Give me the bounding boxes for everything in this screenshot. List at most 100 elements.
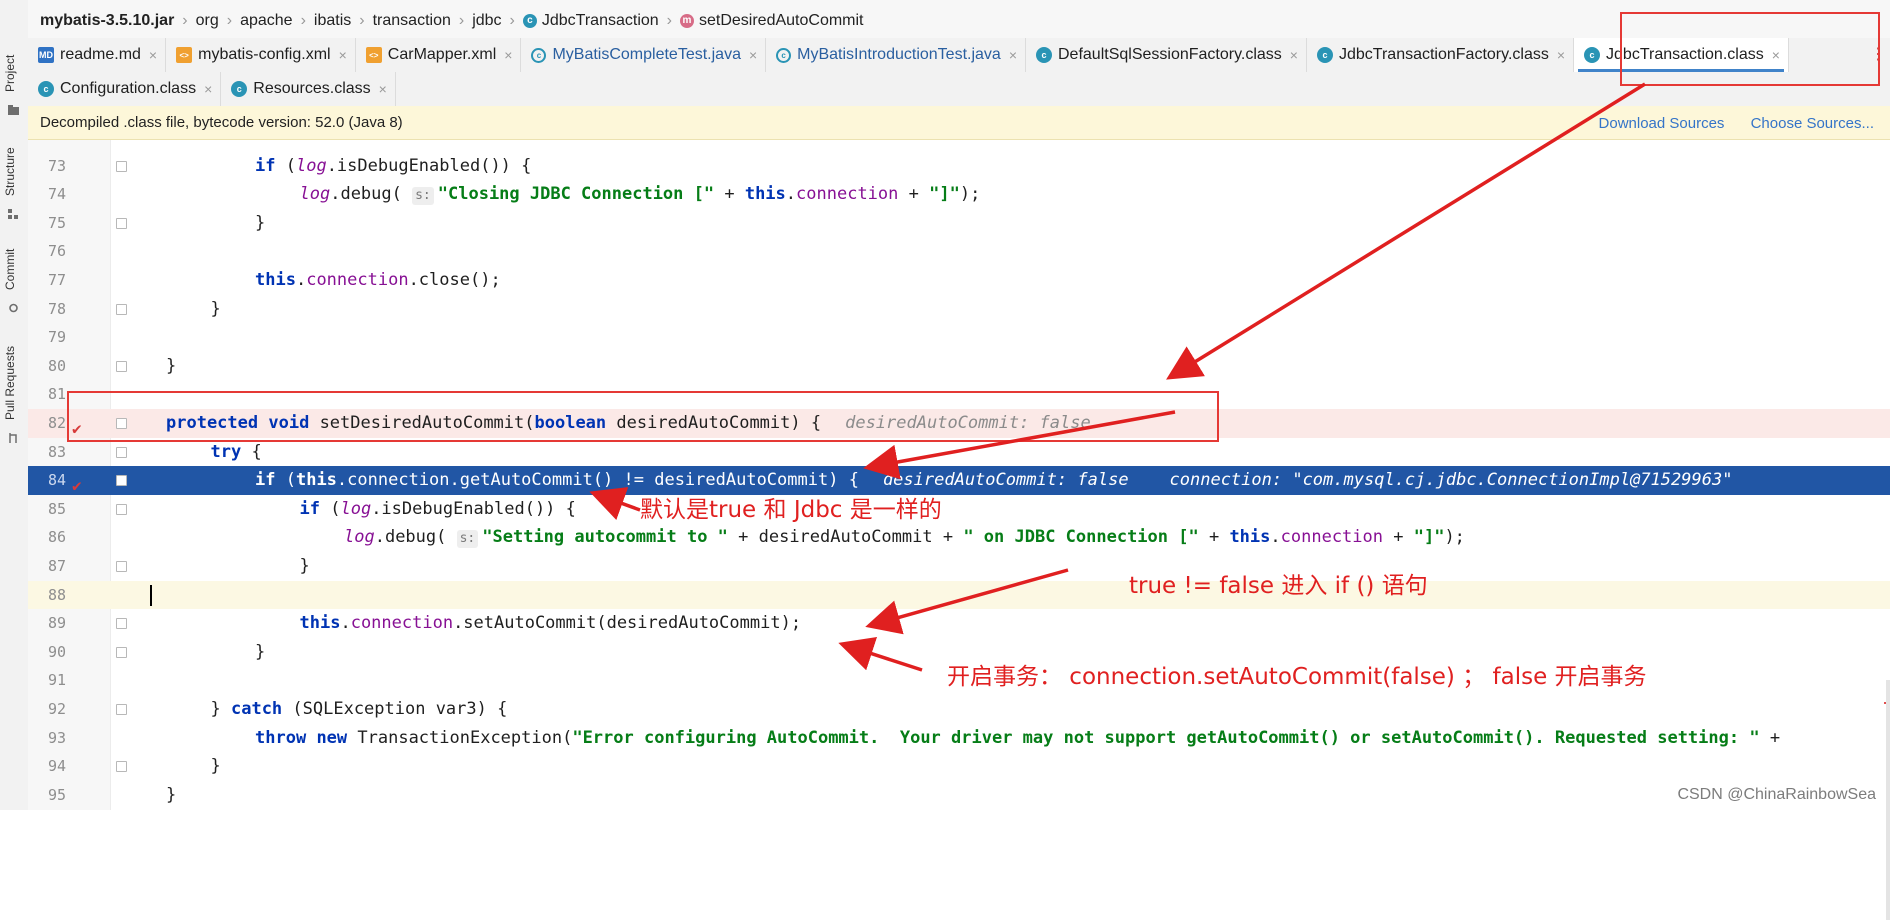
code-text: } [255,212,266,233]
fold-marker-icon[interactable] [116,217,127,229]
tab-resources-class[interactable]: c Resources.class × [221,72,396,106]
class-icon: c [38,81,54,97]
tab-readme-md[interactable]: MD readme.md × [28,38,167,72]
code-line[interactable]: 85 if (log.isDebugEnabled()) { [28,495,1890,524]
code-line[interactable]: 84 ✔ if (this.connection.getAutoCommit() !… [28,466,1890,495]
breadcrumb-item[interactable]: transaction [373,12,451,30]
breadcrumb-label: ibatis [313,11,352,29]
code-line[interactable]: 78} [28,295,1890,324]
code-text: } [166,784,177,805]
close-icon[interactable]: × [149,47,157,63]
fold-marker-icon[interactable] [116,446,127,458]
fold-marker-icon[interactable] [116,761,127,773]
code-line[interactable]: 75} [28,209,1890,238]
code-editor[interactable]: 73 if (log.isDebugEnabled()) { 74 log.debug… [28,140,1890,920]
tab-mybatiscompletetest-java[interactable]: c MyBatisCompleteTest.java × [521,38,767,72]
tab-configuration-class[interactable]: c Configuration.class × [28,72,222,106]
tab-carmapper-xml[interactable]: <> CarMapper.xml × [356,38,522,72]
code-line[interactable]: 89 this.connection.setAutoCommit(desiredA… [28,609,1890,638]
breadcrumb-item[interactable]: jdbc [472,12,501,30]
line-number: 87 [47,557,66,575]
xml-icon: <> [365,47,382,63]
fold-marker-icon[interactable] [116,704,127,715]
line-number: 75 [47,213,66,232]
line-number: 91 [47,671,66,690]
breadcrumb-label: mybatis-3.5.10.jar [40,11,175,29]
tab-defaultsqlsessionfactory-class[interactable]: c DefaultSqlSessionFactory.class × [1026,38,1307,72]
code-line[interactable]: 80} [28,352,1890,381]
breadcrumb-item[interactable]: c JdbcTransaction [522,12,659,30]
breadcrumb-separator: › [226,11,233,29]
breadcrumb-item[interactable]: mybatis-3.5.10.jar [40,12,174,30]
side-tab-commit[interactable]: Commit [3,249,17,290]
line-number: 84 [47,471,66,490]
close-icon[interactable]: × [749,47,757,63]
tab-label: DefaultSqlSessionFactory.class [1058,46,1282,63]
markdown-icon: MD [38,47,54,63]
fold-marker-icon[interactable] [116,646,127,658]
breadcrumb-item[interactable]: ibatis [314,12,351,30]
code-line[interactable]: 86 log.debug( s: "Setting autocommit to " … [28,523,1890,552]
line-number: 90 [47,642,66,661]
breadcrumb-label: apache [240,11,293,29]
code-line[interactable]: 79 [28,323,1890,352]
class-icon: c [1316,47,1333,63]
close-icon[interactable]: × [379,81,387,97]
close-icon[interactable]: × [504,47,512,63]
commit-icon[interactable] [8,298,19,313]
close-icon[interactable]: × [204,81,212,97]
line-number: 79 [47,328,66,347]
code-line[interactable]: 77 this.connection.close(); [28,266,1890,295]
fold-marker-icon[interactable] [116,561,127,572]
line-number: 73 [47,156,66,175]
fold-marker-icon[interactable] [116,503,127,515]
line-number: 89 [47,614,66,633]
side-tab-project[interactable]: Project [3,55,17,92]
breadcrumb-item[interactable]: apache [240,12,293,30]
fold-marker-icon[interactable] [116,618,127,630]
close-icon[interactable]: × [1290,47,1298,63]
tab-label: JdbcTransactionFactory.class [1338,46,1549,63]
code-text: throw new TransactionException("Error co… [255,727,1781,748]
project-folder-icon[interactable] [8,100,19,115]
code-line[interactable] [28,123,1890,152]
scrollbar-markers[interactable] [1882,280,1890,920]
code-text: } [210,298,221,319]
tab-mybatisintroductiontest-java[interactable]: c MyBatisIntroductionTest.java × [766,38,1026,72]
structure-icon[interactable] [8,204,19,219]
java-class-icon: c [531,47,547,63]
line-number: 88 [47,585,66,604]
code-line[interactable]: 88 [28,580,1890,610]
code-line[interactable]: 93 throw new TransactionException("Error … [28,724,1890,753]
code-text: this.connection.setAutoCommit(desiredAut… [299,613,802,634]
fold-marker-icon[interactable] [116,303,127,315]
close-icon[interactable]: × [1557,47,1565,63]
side-tab-structure[interactable]: Structure [3,147,17,196]
breadcrumb-item[interactable]: org [196,12,219,30]
side-tab-pull-requests[interactable]: Pull Requests [3,346,17,420]
line-number: 80 [47,356,66,375]
fold-marker-icon[interactable] [116,360,127,372]
breadcrumb-separator: › [458,11,465,29]
inline-debug-value: desiredAutoCommit: false connection: "co… [882,470,1733,491]
code-line[interactable]: 74 log.debug( s: "Closing JDBC Connection … [28,180,1890,209]
code-line[interactable]: 94} [28,752,1890,781]
code-line[interactable]: 73 if (log.isDebugEnabled()) { [28,152,1890,181]
code-line[interactable]: 76 [28,237,1890,266]
fold-marker-icon[interactable] [116,475,127,487]
annotation-note-default-true: 默认是true 和 Jdbc 是一样的 [640,497,942,523]
tab-mybatis-config-xml[interactable]: <> mybatis-config.xml × [166,38,356,72]
annotation-note-true-not-false: true != false 进入 if () 语句 [1129,573,1428,599]
breadcrumb-separator: › [182,11,188,29]
code-line[interactable]: 95} [28,781,1890,810]
code-line[interactable]: 87} [28,552,1890,581]
class-icon: c [522,13,537,28]
breadcrumb-item[interactable]: m setDesiredAutoCommit [680,12,864,30]
close-icon[interactable]: × [1009,47,1017,63]
fold-marker-icon[interactable] [116,160,127,172]
code-text: if (log.isDebugEnabled()) { [255,155,532,176]
pull-requests-icon[interactable] [8,428,19,443]
close-icon[interactable]: × [339,47,347,63]
tab-jdbctransactionfactory-class[interactable]: c JdbcTransactionFactory.class × [1307,38,1575,72]
code-line[interactable]: 92} catch (SQLException var3) { [28,695,1890,724]
